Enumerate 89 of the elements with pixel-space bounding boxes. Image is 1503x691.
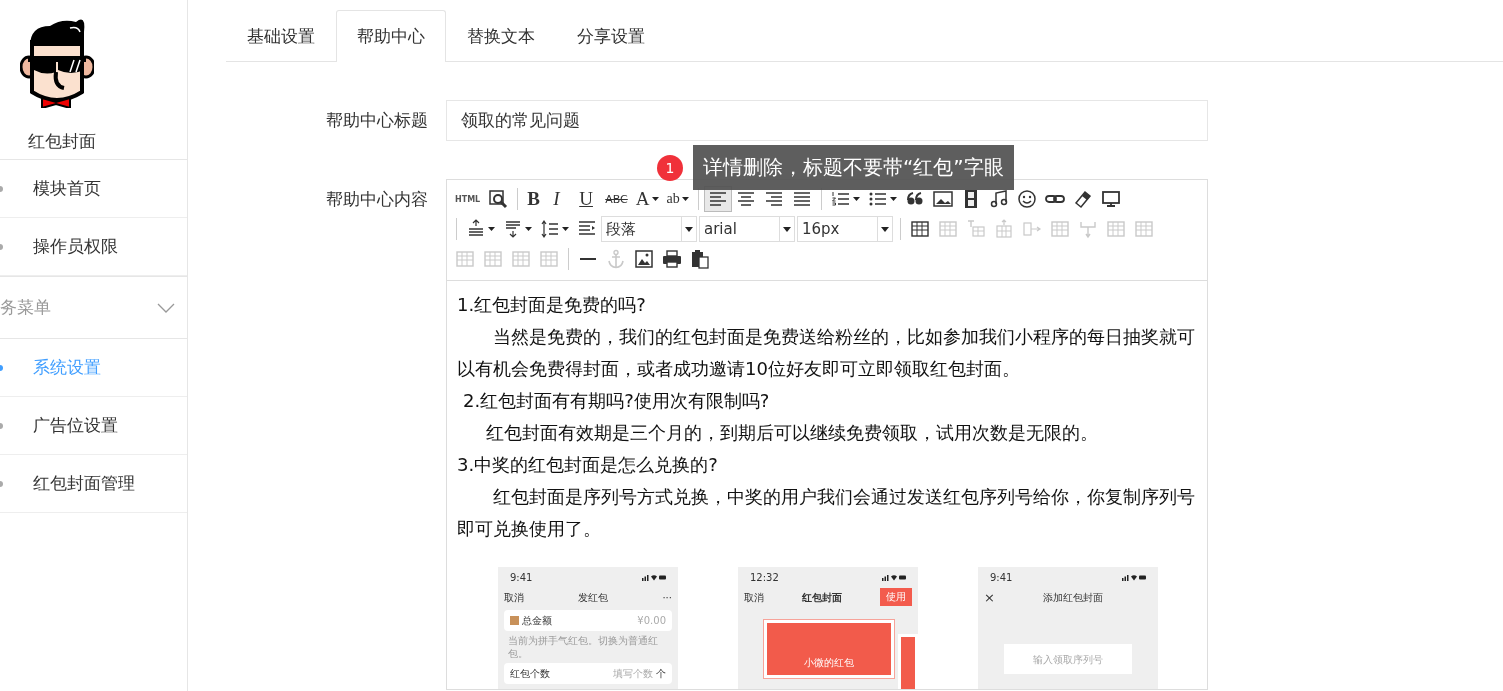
caret-icon	[852, 197, 860, 201]
paragraph: 红包封面有效期是三个月的，到期后可以继续免费领取，试用次数是无限的。	[485, 421, 1099, 445]
paragraph: 红包封面是序列号方式兑换，中奖的用户我们会通过发送红包序列号给你，你复制序列号即可兑换使用了。	[457, 485, 1196, 541]
screen-title: 红包封面	[802, 590, 842, 604]
annotation-note: 详情删除，标题不要带“红包”字眼	[693, 145, 1014, 190]
caret-icon	[488, 227, 495, 231]
amount-label: 总金额	[522, 614, 552, 627]
hint-text: 当前为拼手气红包。切换为普通红包。	[507, 634, 659, 660]
cover-text: 小微的红包	[804, 656, 854, 669]
close-icon: ×	[984, 590, 995, 604]
toolbar-button[interactable]: HTML	[451, 186, 485, 212]
more-icon: ···	[662, 590, 672, 604]
tab[interactable]: 基础设置	[226, 10, 336, 62]
toolbar-button[interactable]: ab	[662, 186, 693, 212]
split-icon	[1078, 219, 1098, 239]
signal-wifi-battery-icon	[882, 574, 906, 581]
count-input-field: 填写个数	[613, 667, 653, 680]
caret-icon	[685, 226, 693, 232]
toolbar-button[interactable]: ABC	[601, 186, 632, 212]
paste-icon	[690, 249, 710, 269]
align-right-icon	[763, 189, 784, 209]
toolbar-button[interactable]: A	[631, 186, 663, 212]
status-time: 12:32	[750, 571, 779, 584]
paragraph: 1.红包封面是免费的吗?	[457, 293, 647, 317]
signal-wifi-battery-icon	[1122, 574, 1146, 581]
hr-icon	[578, 257, 598, 261]
chevron-icon	[157, 302, 175, 313]
count-label: 红包个数	[510, 667, 550, 680]
field-label: 帮助中心内容	[325, 188, 429, 211]
tab[interactable]: 分享设置	[556, 10, 666, 62]
tab[interactable]: 替换文本	[446, 10, 556, 62]
align-center-icon	[735, 189, 756, 209]
coin-icon	[510, 616, 519, 625]
caret-icon	[881, 226, 889, 232]
status-time: 9:41	[510, 571, 533, 584]
screen-title: 发红包	[578, 590, 609, 604]
title-input-field[interactable]: 领取的常见问题	[446, 100, 1208, 141]
table-icon	[483, 249, 503, 269]
eraser-icon	[1072, 189, 1093, 209]
toolbar-button[interactable]: I	[549, 186, 576, 212]
count-unit: 个	[656, 667, 666, 680]
table-icon	[1134, 219, 1154, 239]
table-icon	[938, 219, 958, 239]
annotation-number: 1	[657, 154, 683, 181]
paragraph: 当然是免费的，我们的红包封面是免费送给粉丝的，比如参加我们小程序的每日抽奖就可以有机会免费得封面，或者成功邀请10位好友即可立即领取红包封面。	[457, 325, 1196, 381]
caret-icon	[651, 197, 659, 201]
table-icon	[1050, 219, 1070, 239]
table-icon	[910, 219, 930, 239]
ordered-list-icon	[830, 189, 851, 209]
paragraph: 2.红包封面有有期吗?使用次有限制吗?	[462, 389, 771, 413]
caret-icon	[783, 226, 791, 232]
serial-input-field: 输入领取序列号	[1004, 644, 1132, 674]
app-name: 红包封面	[28, 130, 96, 153]
caret-icon	[525, 227, 532, 231]
table-icon	[539, 249, 559, 269]
paragraph: 3.中奖的红包封面是怎么兑换的?	[457, 453, 719, 477]
caret-icon	[562, 227, 569, 231]
table-icon	[455, 249, 475, 269]
image-frame-icon	[634, 249, 654, 269]
toolbar-button[interactable]: B	[523, 186, 550, 212]
amount-value: ¥0.00	[637, 614, 666, 627]
signal-wifi-battery-icon	[642, 574, 666, 581]
image-icon	[932, 189, 953, 209]
field-label: 帮助中心标题	[325, 109, 429, 132]
dropdown-select[interactable]: arial	[699, 216, 795, 242]
dropdown-select[interactable]: 16px	[797, 216, 893, 242]
table-icon	[1106, 219, 1126, 239]
tab[interactable]: 帮助中心	[336, 10, 446, 62]
music-icon	[988, 189, 1009, 209]
insert-row-icon	[994, 219, 1014, 239]
caret-icon	[681, 197, 689, 201]
monitor-icon	[1100, 189, 1121, 209]
status-time: 9:41	[990, 571, 1013, 584]
screen-title: 添加红包封面	[1043, 590, 1104, 604]
dropdown-select[interactable]: 段落	[601, 216, 697, 242]
align-left-icon	[707, 189, 728, 209]
justify-icon	[791, 189, 812, 209]
space-top-icon	[466, 219, 486, 239]
caret-icon	[889, 197, 897, 201]
table-title-icon	[966, 219, 986, 239]
table-icon	[511, 249, 531, 269]
preview-icon	[488, 189, 509, 209]
insert-col-icon	[1022, 219, 1042, 239]
print-icon	[662, 249, 682, 269]
anchor-icon	[606, 249, 626, 269]
emoji-icon	[1016, 189, 1037, 209]
space-bottom-icon	[503, 219, 523, 239]
line-height-icon	[540, 219, 560, 239]
toolbar-button[interactable]: U	[575, 186, 602, 212]
